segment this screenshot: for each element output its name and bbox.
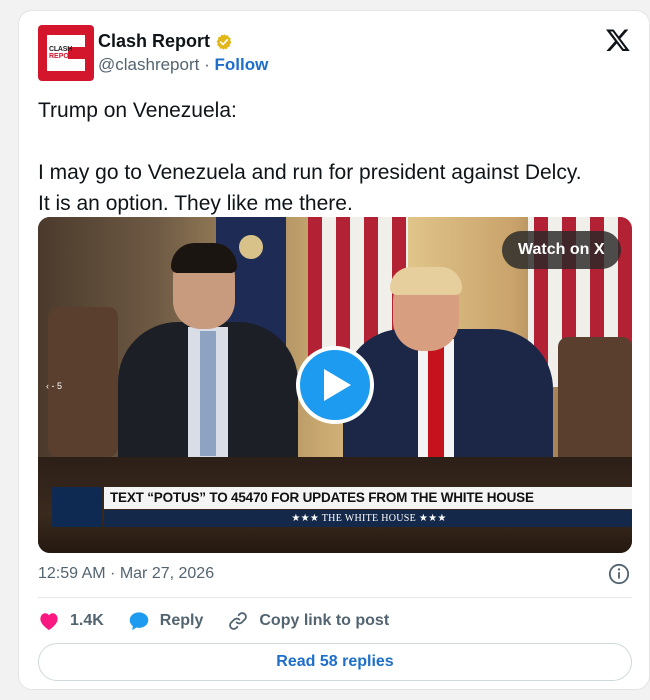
person-right-hair [390,267,462,295]
chyron: TEXT “POTUS” TO 45470 FOR UPDATES FROM T… [52,487,632,529]
tweet-text: Trump on Venezuela: I may go to Venezuel… [38,95,638,219]
reply-bubble-icon [129,612,149,631]
person-right-tie [428,343,444,463]
reply-button[interactable]: Reply [128,611,204,631]
timestamp[interactable]: 12:59 AM · Mar 27, 2026 [38,565,214,583]
like-count: 1.4K [70,612,104,629]
tweet-card: CLASH REPORT Clash Report @clashreport ·… [18,10,650,690]
display-name[interactable]: Clash Report [98,31,210,52]
video-media[interactable]: ‹ - 5 Watch on X TEXT “POTUS” TO 45470 F… [38,217,632,553]
info-icon[interactable] [608,563,630,585]
copy-link-label: Copy link to post [259,612,390,629]
tweet-line-3: It is an option. They like me there. [38,192,353,215]
play-icon [324,369,351,401]
play-button[interactable] [296,346,374,424]
white-house-logo [52,487,102,527]
heart-icon [40,613,58,631]
avatar[interactable]: CLASH REPORT [38,25,94,81]
verified-badge-icon [216,33,232,50]
handle-separator: · [204,55,210,74]
like-button[interactable]: 1.4K [38,611,104,631]
chyron-main-text: TEXT “POTUS” TO 45470 FOR UPDATES FROM T… [104,487,632,509]
chyron-sub-text: ★★★ THE WHITE HOUSE ★★★ [104,510,632,527]
avatar-text-2: REPORT [49,53,79,60]
person-left-hair [171,243,237,273]
action-bar: 1.4K Reply Copy link to post [38,609,413,633]
tweet-line-2: I may go to Venezuela and run for presid… [38,161,582,184]
follow-button[interactable]: Follow [215,55,269,74]
person-left-tie [200,331,216,456]
side-marker: ‹ - 5 [46,381,63,391]
tweet-line-1: Trump on Venezuela: [38,99,237,122]
avatar-text-1: CLASH [49,46,73,53]
author-name-row: Clash Report [98,31,233,52]
divider [38,597,632,598]
read-replies-button[interactable]: Read 58 replies [38,643,632,681]
x-logo-icon[interactable] [605,27,631,53]
chair-right [558,337,632,467]
link-icon [229,612,248,630]
watch-on-x-button[interactable]: Watch on X [502,231,621,269]
copy-link-button[interactable]: Copy link to post [227,610,389,632]
handle-row: @clashreport · Follow [98,55,268,75]
reply-label: Reply [159,612,204,629]
handle[interactable]: @clashreport [98,55,199,74]
